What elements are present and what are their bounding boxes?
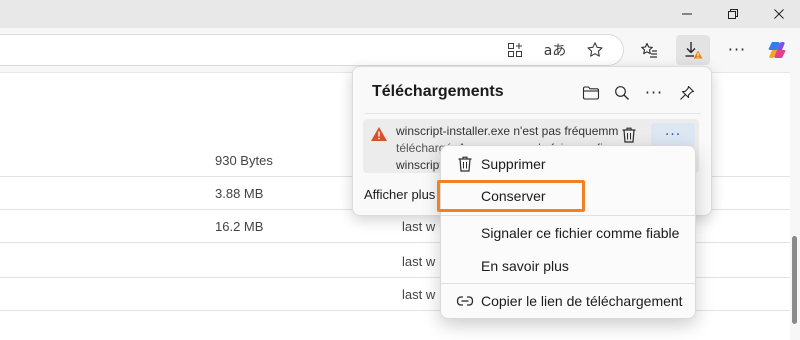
menu-item-keep[interactable]: Conserver xyxy=(445,181,693,211)
folder-icon xyxy=(582,86,600,100)
menu-item-label: Signaler ce fichier comme fiable xyxy=(481,225,680,241)
menu-item-label: Supprimer xyxy=(481,156,546,172)
search-icon xyxy=(615,86,629,100)
menu-item-report-safe[interactable]: Signaler ce fichier comme fiable xyxy=(445,218,693,248)
menu-item-delete[interactable]: Supprimer xyxy=(445,149,693,179)
favorite-star-icon xyxy=(587,42,603,57)
menu-separator xyxy=(441,215,695,216)
pin-icon xyxy=(680,85,695,100)
search-downloads-button[interactable] xyxy=(610,81,634,105)
file-modified: last w xyxy=(402,287,436,302)
delete-download-button[interactable] xyxy=(618,124,640,146)
download-more-actions-button[interactable]: ··· xyxy=(651,123,695,147)
add-favorite-button[interactable] xyxy=(580,35,610,65)
favorites-list-icon xyxy=(641,42,657,58)
address-bar[interactable] xyxy=(0,34,624,66)
scrollbar-thumb[interactable] xyxy=(792,236,797,324)
menu-item-label: En savoir plus xyxy=(481,258,569,274)
minimize-button[interactable] xyxy=(664,0,710,28)
file-size: 16.2 MB xyxy=(215,219,264,234)
warning-icon xyxy=(371,127,387,141)
restore-icon xyxy=(728,9,738,19)
minimize-icon xyxy=(682,13,692,15)
menu-separator xyxy=(441,283,695,284)
apps-icon xyxy=(508,43,522,57)
more-icon: ··· xyxy=(727,40,747,59)
trash-icon xyxy=(458,156,472,172)
downloads-button[interactable] xyxy=(676,35,710,65)
trash-icon xyxy=(622,127,636,143)
link-icon xyxy=(456,296,474,306)
favorites-button[interactable] xyxy=(634,35,664,65)
read-aloud-icon: aあ xyxy=(543,43,567,59)
file-modified: last w xyxy=(402,219,436,234)
download-message-line1: winscript-installer.exe n'est pas fréque… xyxy=(396,124,636,138)
close-icon xyxy=(774,9,784,19)
download-context-menu: Supprimer Conserver Signaler ce fichier … xyxy=(440,145,696,319)
downloads-more-button[interactable]: ··· xyxy=(642,81,666,105)
pin-panel-button[interactable] xyxy=(675,81,699,105)
menu-item-learn-more[interactable]: En savoir plus xyxy=(445,251,693,281)
downloads-warning-icon xyxy=(685,42,703,59)
panel-divider xyxy=(365,113,701,114)
file-size: 3.88 MB xyxy=(215,186,264,201)
menu-item-copy-link[interactable]: Copier le lien de téléchargement xyxy=(445,286,693,316)
open-folder-button[interactable] xyxy=(579,81,603,105)
menu-item-label: Conserver xyxy=(481,188,546,204)
show-more-link[interactable]: Afficher plus xyxy=(364,187,435,202)
copilot-button[interactable] xyxy=(762,35,792,65)
file-size: 930 Bytes xyxy=(215,153,273,168)
restore-button[interactable] xyxy=(710,0,756,28)
downloads-title: Téléchargements xyxy=(372,83,504,100)
menu-item-label: Copier le lien de téléchargement xyxy=(481,293,683,309)
more-icon: ··· xyxy=(644,83,664,102)
apps-button[interactable] xyxy=(500,35,530,65)
close-button[interactable] xyxy=(756,0,800,28)
read-aloud-button[interactable]: aあ xyxy=(540,35,570,65)
settings-more-button[interactable]: ··· xyxy=(722,35,752,65)
file-modified: last w xyxy=(402,254,436,269)
page-scrollbar[interactable] xyxy=(790,72,800,340)
title-bar xyxy=(0,0,800,28)
copilot-icon xyxy=(768,42,786,58)
